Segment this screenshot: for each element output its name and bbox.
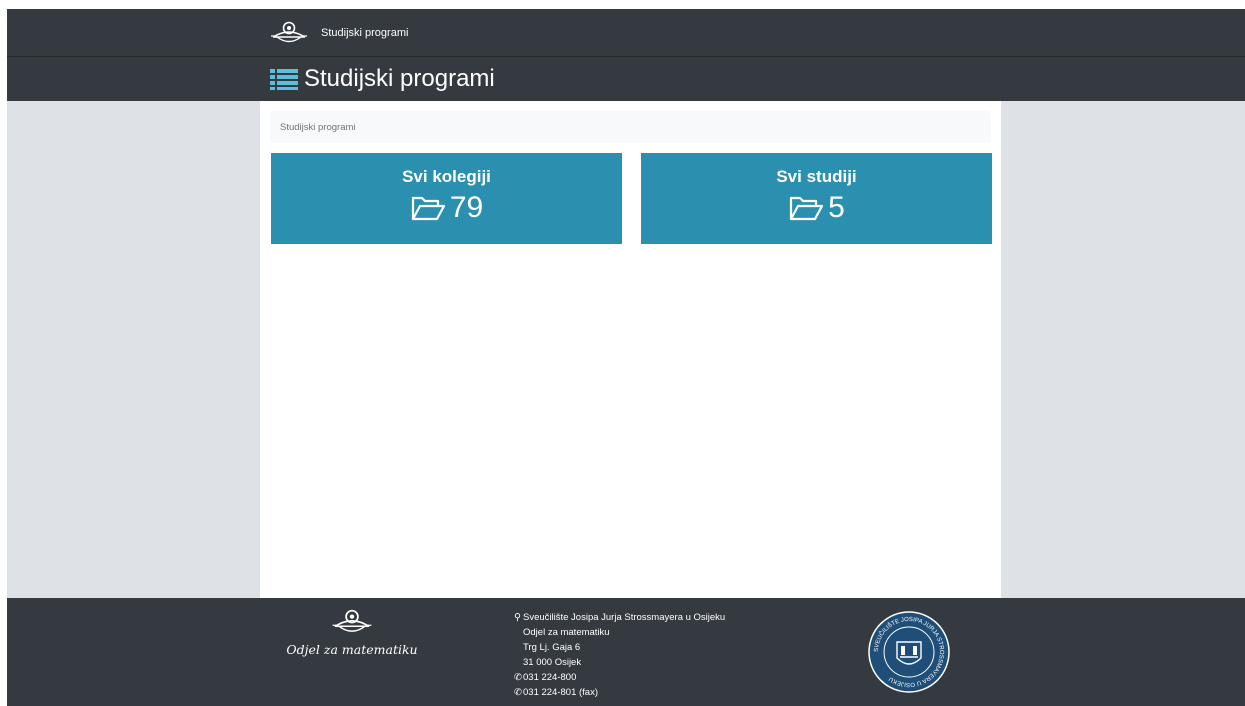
university-seal-icon: SVEUČILIŠTE JOSIPA JURJA STROSSMAYERA U … bbox=[868, 611, 950, 693]
footer-logo: Odjel za matematiku bbox=[277, 608, 427, 657]
top-navbar: Studijski programi bbox=[7, 9, 1245, 57]
address-department: Odjel za matematiku bbox=[523, 627, 610, 638]
list-icon bbox=[270, 69, 298, 90]
phone-icon: ✆ bbox=[514, 687, 522, 698]
main-content: Studijski programi Svi kolegiji 79 Svi s… bbox=[260, 101, 1001, 598]
address-university: Sveučilište Josipa Jurja Strossmayera u … bbox=[523, 612, 726, 623]
all-courses-card[interactable]: Svi kolegiji 79 bbox=[271, 153, 622, 244]
phone-icon: ✆ bbox=[514, 672, 522, 683]
address-street: Trg Lj. Gaja 6 bbox=[523, 642, 581, 653]
address-phone[interactable]: 031 224-800 bbox=[523, 672, 576, 683]
right-gutter bbox=[1001, 101, 1245, 598]
footer: Odjel za matematiku ⚲ Sveučilište Josipa … bbox=[7, 598, 1245, 706]
map-marker-icon: ⚲ bbox=[514, 612, 521, 623]
footer-address: ⚲ Sveučilište Josipa Jurja Strossmayera u… bbox=[514, 610, 725, 700]
department-logo-icon bbox=[332, 609, 372, 632]
page-title: Studijski programi bbox=[304, 65, 495, 92]
address-city: 31 000 Osijek bbox=[523, 657, 582, 668]
card-title[interactable]: Svi kolegiji bbox=[271, 167, 622, 187]
folder-open-icon bbox=[411, 196, 445, 221]
left-gutter bbox=[7, 101, 260, 598]
card-count: 79 bbox=[449, 191, 484, 224]
card-count: 5 bbox=[828, 191, 845, 224]
navbar-brand-label[interactable]: Studijski programi bbox=[321, 27, 408, 39]
folder-open-icon bbox=[790, 196, 824, 221]
breadcrumb: Studijski programi bbox=[270, 111, 991, 143]
breadcrumb-current: Studijski programi bbox=[280, 121, 356, 133]
footer-department-name: Odjel za matematiku bbox=[286, 642, 418, 657]
department-logo-icon[interactable] bbox=[269, 20, 309, 46]
card-title[interactable]: Svi studiji bbox=[641, 167, 992, 187]
navbar-brand[interactable]: Studijski programi bbox=[269, 9, 408, 56]
address-fax: 031 224-801 (fax) bbox=[523, 687, 598, 698]
page-header: Studijski programi bbox=[7, 57, 1245, 101]
all-studies-card[interactable]: Svi studiji 5 bbox=[641, 153, 992, 244]
